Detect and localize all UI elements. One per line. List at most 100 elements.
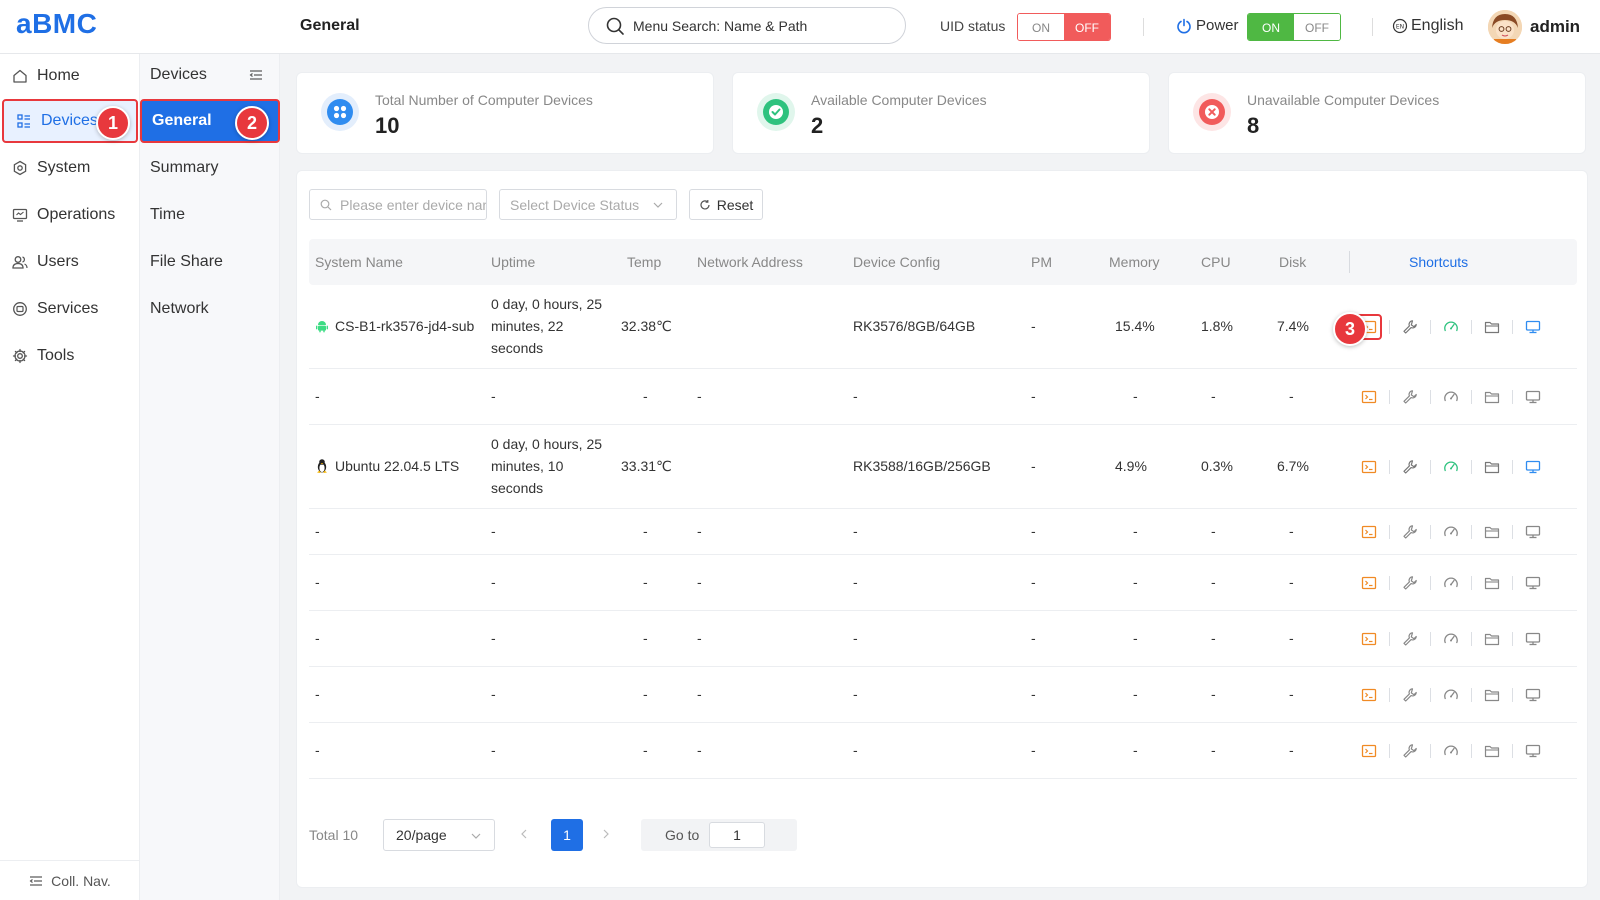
gauge-icon[interactable] bbox=[1443, 319, 1459, 335]
shortcut-divider bbox=[1389, 688, 1390, 702]
desktop-icon[interactable] bbox=[1525, 389, 1541, 405]
gauge-icon[interactable] bbox=[1443, 743, 1459, 759]
desktop-icon[interactable] bbox=[1525, 524, 1541, 540]
nav-item-tools[interactable]: Tools bbox=[0, 334, 140, 378]
table-row[interactable]: --------- bbox=[309, 611, 1577, 667]
gauge-icon[interactable] bbox=[1443, 459, 1459, 475]
terminal-icon[interactable] bbox=[1361, 631, 1377, 647]
uid-status-toggle[interactable]: ON OFF bbox=[1017, 13, 1111, 41]
goto-page-input[interactable]: 1 bbox=[709, 822, 765, 848]
table-row[interactable]: --------- bbox=[309, 667, 1577, 723]
subnav-item-time[interactable]: Time bbox=[150, 193, 185, 237]
goto-label: Go to bbox=[665, 827, 700, 843]
system-name-text: - bbox=[315, 574, 320, 590]
col-device-config[interactable]: Device Config bbox=[853, 254, 940, 270]
table-row[interactable]: --------- bbox=[309, 555, 1577, 611]
folder-icon[interactable] bbox=[1484, 459, 1500, 475]
terminal-icon[interactable] bbox=[1361, 743, 1377, 759]
power-toggle[interactable]: ON OFF bbox=[1247, 13, 1341, 41]
subnav-item-summary[interactable]: Summary bbox=[150, 146, 218, 190]
wrench-icon[interactable] bbox=[1402, 459, 1418, 475]
folder-icon[interactable] bbox=[1484, 687, 1500, 703]
col-uptime[interactable]: Uptime bbox=[491, 254, 535, 270]
next-page-button[interactable] bbox=[601, 827, 611, 843]
nav-item-operations[interactable]: Operations bbox=[0, 193, 140, 237]
gauge-icon[interactable] bbox=[1443, 524, 1459, 540]
gauge-icon[interactable] bbox=[1443, 687, 1459, 703]
prev-page-button[interactable] bbox=[519, 827, 529, 843]
menu-search-input[interactable]: Menu Search: Name & Path bbox=[588, 7, 906, 44]
col-temp[interactable]: Temp bbox=[627, 254, 661, 270]
folder-icon[interactable] bbox=[1484, 319, 1500, 335]
uid-on-option[interactable]: ON bbox=[1018, 14, 1064, 40]
page-number-1[interactable]: 1 bbox=[551, 819, 583, 851]
shortcut-divider bbox=[1389, 632, 1390, 646]
nav-item-system[interactable]: System bbox=[0, 146, 140, 190]
col-cpu[interactable]: CPU bbox=[1201, 254, 1231, 270]
system-name-cell: - bbox=[315, 388, 320, 404]
terminal-icon[interactable] bbox=[1361, 687, 1377, 703]
nav-item-label: Tools bbox=[37, 347, 75, 364]
desktop-icon[interactable] bbox=[1525, 743, 1541, 759]
nav-item-home[interactable]: Home bbox=[0, 54, 140, 98]
subnav-collapse-icon[interactable] bbox=[249, 68, 263, 82]
table-header: System Name Uptime Temp Network Address … bbox=[309, 239, 1577, 285]
col-disk[interactable]: Disk bbox=[1279, 254, 1306, 270]
desktop-icon[interactable] bbox=[1525, 687, 1541, 703]
folder-icon[interactable] bbox=[1484, 524, 1500, 540]
wrench-icon[interactable] bbox=[1402, 687, 1418, 703]
page-size-select[interactable]: 20/page bbox=[383, 819, 495, 851]
subnav-item-file-share[interactable]: File Share bbox=[150, 240, 223, 284]
wrench-icon[interactable] bbox=[1402, 631, 1418, 647]
terminal-icon[interactable] bbox=[1361, 459, 1377, 475]
terminal-icon[interactable] bbox=[1361, 524, 1377, 540]
system-name-cell: CS-B1-rk3576-jd4-sub bbox=[315, 318, 474, 334]
col-pm[interactable]: PM bbox=[1031, 254, 1052, 270]
gauge-icon[interactable] bbox=[1443, 631, 1459, 647]
username[interactable]: admin bbox=[1530, 17, 1580, 37]
folder-icon[interactable] bbox=[1484, 743, 1500, 759]
table-row[interactable]: --------- bbox=[309, 723, 1577, 779]
terminal-icon[interactable] bbox=[1361, 389, 1377, 405]
table-row[interactable]: CS-B1-rk3576-jd4-sub 0 day, 0 hours, 25 m… bbox=[309, 285, 1577, 369]
desktop-icon[interactable] bbox=[1525, 319, 1541, 335]
wrench-icon[interactable] bbox=[1402, 743, 1418, 759]
device-name-filter[interactable]: Please enter device name bbox=[309, 189, 487, 220]
nav-item-users[interactable]: Users bbox=[0, 240, 140, 284]
table-row[interactable]: --------- bbox=[309, 509, 1577, 555]
gauge-icon[interactable] bbox=[1443, 389, 1459, 405]
device-status-select[interactable]: Select Device Status bbox=[499, 189, 677, 220]
collapse-nav-button[interactable]: Coll. Nav. bbox=[0, 860, 140, 900]
wrench-icon[interactable] bbox=[1402, 319, 1418, 335]
uptime-cell: - bbox=[491, 686, 496, 702]
col-memory[interactable]: Memory bbox=[1109, 254, 1160, 270]
col-network-address[interactable]: Network Address bbox=[697, 254, 803, 270]
wrench-icon[interactable] bbox=[1402, 575, 1418, 591]
uid-off-option[interactable]: OFF bbox=[1064, 14, 1110, 40]
avatar[interactable] bbox=[1488, 10, 1522, 44]
power-on-option[interactable]: ON bbox=[1248, 14, 1294, 40]
language-selector[interactable]: EN English bbox=[1392, 17, 1463, 35]
gauge-icon[interactable] bbox=[1443, 575, 1459, 591]
system-name-cell: - bbox=[315, 574, 320, 590]
folder-icon[interactable] bbox=[1484, 575, 1500, 591]
table-row[interactable]: --------- bbox=[309, 369, 1577, 425]
subnav-item-network[interactable]: Network bbox=[150, 287, 209, 331]
col-system-name[interactable]: System Name bbox=[315, 254, 403, 270]
wrench-icon[interactable] bbox=[1402, 524, 1418, 540]
nav-item-label: Devices bbox=[41, 112, 98, 129]
disk-cell: - bbox=[1289, 574, 1294, 590]
table-row[interactable]: Ubuntu 22.04.5 LTS 0 day, 0 hours, 25 min… bbox=[309, 425, 1577, 509]
nav-item-services[interactable]: Services bbox=[0, 287, 140, 331]
desktop-icon[interactable] bbox=[1525, 459, 1541, 475]
folder-icon[interactable] bbox=[1484, 631, 1500, 647]
wrench-icon[interactable] bbox=[1402, 389, 1418, 405]
shortcut-divider bbox=[1389, 525, 1390, 539]
desktop-icon[interactable] bbox=[1525, 631, 1541, 647]
folder-icon[interactable] bbox=[1484, 389, 1500, 405]
power-off-option[interactable]: OFF bbox=[1294, 14, 1340, 40]
reset-button[interactable]: Reset bbox=[689, 189, 763, 220]
desktop-icon[interactable] bbox=[1525, 575, 1541, 591]
terminal-icon[interactable] bbox=[1361, 575, 1377, 591]
app-logo[interactable]: aBMC bbox=[16, 8, 97, 40]
